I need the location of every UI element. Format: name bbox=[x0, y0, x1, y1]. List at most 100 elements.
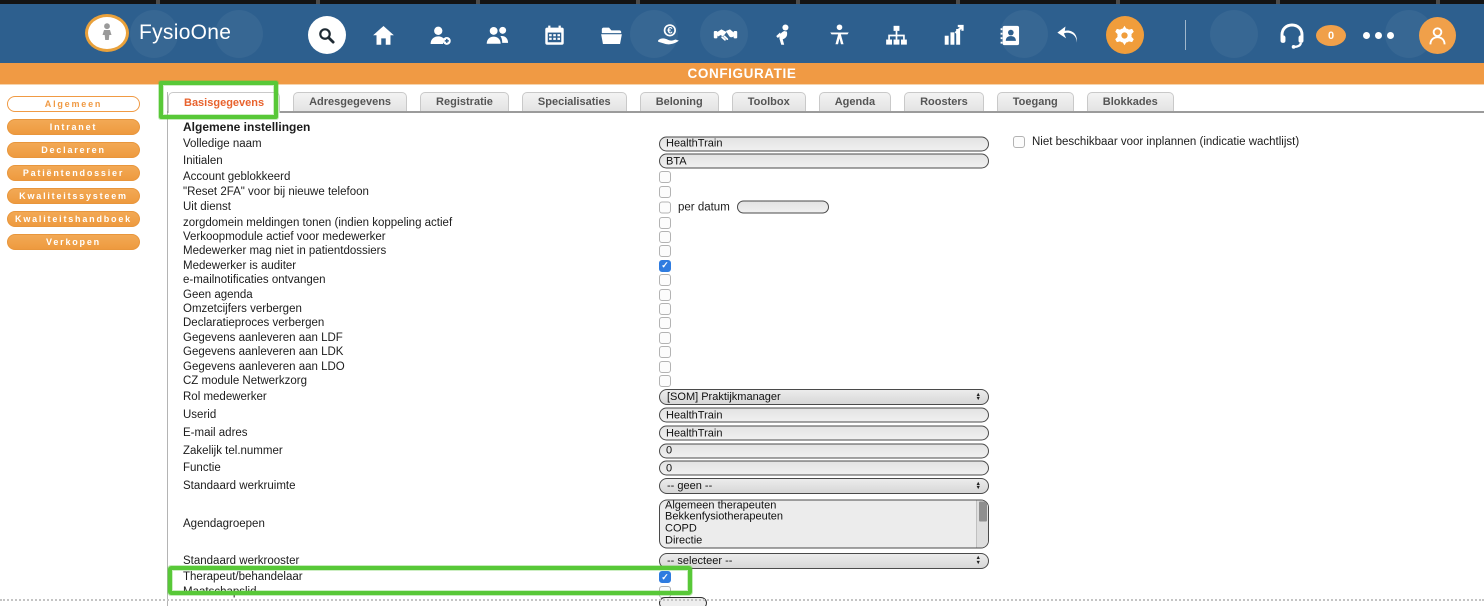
cz-module-netwerkzorg-checkbox[interactable] bbox=[659, 375, 671, 387]
sidebar-item-intranet[interactable]: Intranet bbox=[7, 119, 140, 135]
standaard-werkruimte-selected-value: -- geen -- bbox=[667, 480, 712, 492]
rol-medewerker-selected-value: [SOM] Praktijkmanager bbox=[667, 391, 781, 403]
euro-hand-icon[interactable]: € bbox=[640, 12, 697, 58]
header-divider bbox=[1185, 20, 1186, 50]
tab-basisgegevens[interactable]: Basisgegevens bbox=[168, 92, 280, 113]
field-row-zorgdomein-meldingen: zorgdomein meldingen tonen (indien koppe… bbox=[183, 215, 1003, 229]
sidebar-item-pati-ntendossier[interactable]: Patiëntendossier bbox=[7, 165, 140, 181]
contacts-icon[interactable] bbox=[982, 12, 1039, 58]
maatschapslid-related-input-cutoff[interactable] bbox=[659, 597, 707, 606]
niet-beschikbaar-checkbox[interactable] bbox=[1013, 136, 1025, 148]
gegevens-aanleveren-ldf-checkbox[interactable] bbox=[659, 332, 671, 344]
listbox-scrollbar-thumb[interactable] bbox=[979, 501, 987, 521]
uit-dienst-checkbox[interactable] bbox=[659, 201, 671, 213]
agendagroepen-listbox[interactable]: Algemeen therapeutenBekkenfysiotherapeut… bbox=[659, 499, 989, 548]
folder-icon[interactable] bbox=[583, 12, 640, 58]
geen-agenda-checkbox[interactable] bbox=[659, 289, 671, 301]
uit-dienst-label: Uit dienst bbox=[183, 201, 231, 213]
volledige-naam-label: Volledige naam bbox=[183, 138, 262, 150]
therapeut-behandelaar-label: Therapeut/behandelaar bbox=[183, 571, 303, 583]
tab-registratie[interactable]: Registratie bbox=[420, 92, 509, 111]
tab-toolbox[interactable]: Toolbox bbox=[732, 92, 806, 111]
uit-dienst-date-input[interactable] bbox=[737, 201, 829, 214]
fysioone-logo[interactable]: FysioOne bbox=[85, 14, 231, 52]
field-row-uit-dienst: Uit dienstper datum bbox=[183, 199, 1003, 216]
field-row-agendagroepen: AgendagroepenAlgemeen therapeutenBekkenf… bbox=[183, 496, 1003, 552]
support-headset-icon[interactable] bbox=[1276, 19, 1308, 56]
field-niet-beschikbaar-voor-inplannen: Niet beschikbaar voor inplannen (indicat… bbox=[1013, 136, 1299, 148]
verkoopmodule-actief-label: Verkoopmodule actief voor medewerker bbox=[183, 231, 386, 243]
tab-toegang[interactable]: Toegang bbox=[997, 92, 1074, 111]
user-add-icon[interactable] bbox=[412, 12, 469, 58]
initialen-input[interactable]: BTA bbox=[659, 154, 989, 169]
zorgdomein-meldingen-checkbox[interactable] bbox=[659, 217, 671, 229]
balance-icon[interactable] bbox=[811, 12, 868, 58]
more-menu-button[interactable] bbox=[1363, 32, 1394, 39]
tab-beloning[interactable]: Beloning bbox=[640, 92, 719, 111]
gears-icon[interactable] bbox=[1096, 12, 1153, 58]
field-row-standaard-werkrooster: Standaard werkrooster -- selecteer --▲▼ bbox=[183, 552, 1003, 571]
notification-badge: 0 bbox=[1316, 25, 1346, 46]
sidebar-item-verkopen[interactable]: Verkopen bbox=[7, 234, 140, 250]
tab-agenda[interactable]: Agenda bbox=[819, 92, 891, 111]
field-row-zakelijk-tel-nummer: Zakelijk tel.nummer0 bbox=[183, 442, 1003, 460]
gegevens-aanleveren-ldo-checkbox[interactable] bbox=[659, 361, 671, 373]
standaard-werkruimte-select[interactable]: -- geen --▲▼ bbox=[659, 478, 989, 494]
volledige-naam-input[interactable]: HealthTrain bbox=[659, 136, 989, 151]
search-icon[interactable] bbox=[298, 12, 355, 58]
account-geblokkeerd-checkbox[interactable] bbox=[659, 171, 671, 183]
userid-input[interactable]: HealthTrain bbox=[659, 408, 989, 423]
tab-blokkades[interactable]: Blokkades bbox=[1087, 92, 1174, 111]
logo-figure-icon bbox=[85, 14, 129, 52]
exercise-icon[interactable] bbox=[754, 12, 811, 58]
e-mail-adres-input[interactable]: HealthTrain bbox=[659, 426, 989, 441]
field-row-reset-2fa: "Reset 2FA" voor bij nieuwe telefoon bbox=[183, 185, 1003, 199]
zakelijk-tel-nummer-input[interactable]: 0 bbox=[659, 443, 989, 458]
barchart-icon[interactable] bbox=[925, 12, 982, 58]
users-icon[interactable] bbox=[469, 12, 526, 58]
field-row-e-mailnotificaties-ontvangen: e-mailnotificaties ontvangen bbox=[183, 273, 1003, 287]
calendar-icon[interactable] bbox=[526, 12, 583, 58]
page-title: CONFIGURATIE bbox=[688, 66, 797, 81]
bottom-dotted-line bbox=[0, 599, 1484, 601]
sidebar-item-declareren[interactable]: Declareren bbox=[7, 142, 140, 158]
verkoopmodule-actief-checkbox[interactable] bbox=[659, 231, 671, 243]
agendagroepen-option-copd[interactable]: COPD bbox=[660, 524, 988, 536]
tab-roosters[interactable]: Roosters bbox=[904, 92, 984, 111]
therapeut-behandelaar-checkbox[interactable]: ✓ bbox=[659, 571, 671, 583]
sidebar-item-kwaliteitssysteem[interactable]: Kwaliteitssysteem bbox=[7, 188, 140, 204]
medewerker-is-auditer-checkbox[interactable]: ✓ bbox=[659, 260, 671, 272]
handshake-icon[interactable] bbox=[697, 12, 754, 58]
e-mailnotificaties-ontvangen-checkbox[interactable] bbox=[659, 274, 671, 286]
field-row-account-geblokkeerd: Account geblokkeerd bbox=[183, 170, 1003, 184]
standaard-werkrooster-select[interactable]: -- selecteer --▲▼ bbox=[659, 553, 989, 569]
reset-2fa-checkbox[interactable] bbox=[659, 186, 671, 198]
orgchart-icon[interactable] bbox=[868, 12, 925, 58]
sidebar-item-kwaliteitshandboek[interactable]: Kwaliteitshandboek bbox=[7, 211, 140, 227]
account-geblokkeerd-label: Account geblokkeerd bbox=[183, 171, 290, 183]
header-bg-decoration bbox=[1210, 10, 1258, 58]
listbox-scrollbar[interactable] bbox=[976, 500, 988, 547]
undo-icon[interactable] bbox=[1039, 12, 1096, 58]
field-row-omzetcijfers-verbergen: Omzetcijfers verbergen bbox=[183, 302, 1003, 316]
tab-adresgegevens[interactable]: Adresgegevens bbox=[293, 92, 407, 111]
omzetcijfers-verbergen-checkbox[interactable] bbox=[659, 303, 671, 315]
rol-medewerker-select[interactable]: [SOM] Praktijkmanager ▲▼ bbox=[659, 389, 989, 405]
maatschapslid-checkbox[interactable] bbox=[659, 586, 671, 598]
declaratieproces-verbergen-checkbox[interactable] bbox=[659, 317, 671, 329]
gegevens-aanleveren-ldk-checkbox[interactable] bbox=[659, 346, 671, 358]
agendagroepen-option-bekkenfysiotherapeuten[interactable]: Bekkenfysiotherapeuten bbox=[660, 512, 988, 524]
select-stepper-icon: ▲▼ bbox=[976, 393, 981, 402]
user-avatar[interactable] bbox=[1419, 17, 1456, 54]
standaard-werkrooster-label: Standaard werkrooster bbox=[183, 555, 299, 567]
field-row-gegevens-aanleveren-ldk: Gegevens aanleveren aan LDK bbox=[183, 345, 1003, 359]
gegevens-aanleveren-ldk-label: Gegevens aanleveren aan LDK bbox=[183, 346, 343, 358]
sidebar-item-algemeen[interactable]: Algemeen bbox=[7, 96, 140, 112]
tab-specialisaties[interactable]: Specialisaties bbox=[522, 92, 627, 111]
home-icon[interactable] bbox=[355, 12, 412, 58]
gegevens-aanleveren-ldf-label: Gegevens aanleveren aan LDF bbox=[183, 332, 343, 344]
agendagroepen-option-directie[interactable]: Directie bbox=[660, 535, 988, 547]
medewerker-mag-niet-in-patientdossiers-checkbox[interactable] bbox=[659, 245, 671, 257]
zorgdomein-meldingen-label: zorgdomein meldingen tonen (indien koppe… bbox=[183, 217, 452, 229]
functie-input[interactable]: 0 bbox=[659, 461, 989, 476]
